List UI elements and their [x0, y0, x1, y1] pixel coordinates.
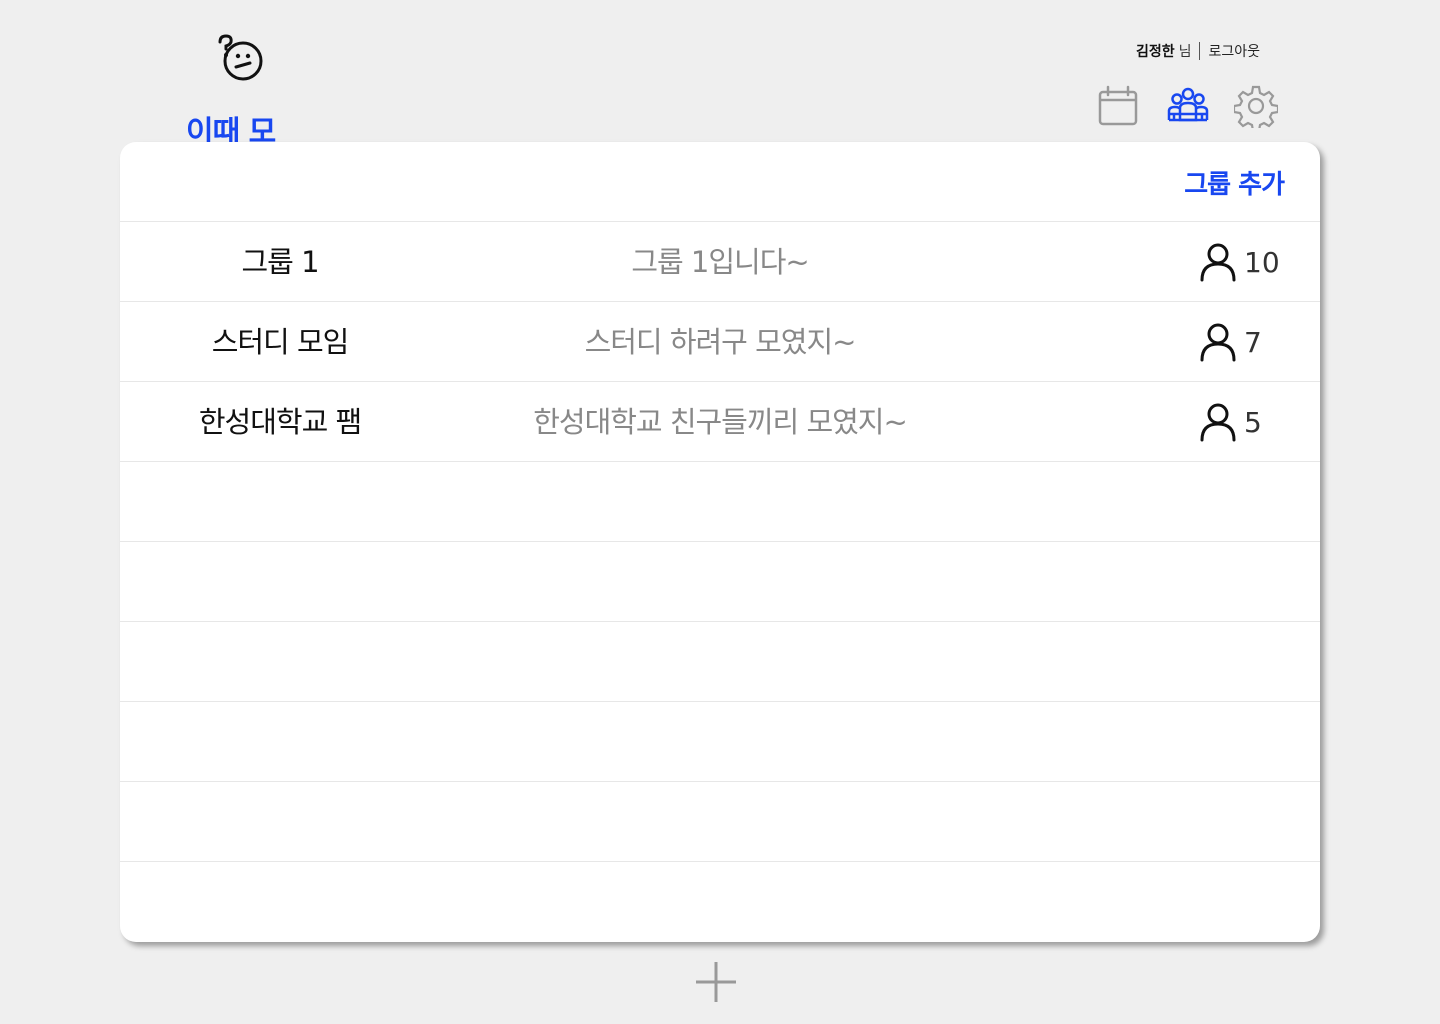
- plus-icon[interactable]: [694, 960, 738, 1004]
- empty-row: [120, 782, 1320, 862]
- user-suffix: 님: [1178, 44, 1192, 60]
- group-name: 그룹 1: [241, 245, 319, 279]
- empty-row: [120, 462, 1320, 542]
- card-header: 그룹 추가: [120, 142, 1320, 222]
- group-list-card: 그룹 추가 그룹 1 그룹 1입니다~ 10 스터디 모임 스터디 하려구 모였…: [120, 142, 1320, 942]
- person-icon: [1200, 403, 1236, 442]
- gear-icon[interactable]: [1234, 84, 1278, 128]
- empty-row: [120, 702, 1320, 782]
- member-count: 5: [1198, 402, 1298, 442]
- group-description: 한성대학교 친구들끼리 모였지~: [533, 405, 908, 439]
- group-name: 한성대학교 팸: [198, 405, 362, 439]
- member-count-value: 7: [1244, 325, 1262, 359]
- user-area: 김정한 님 로그아웃: [1100, 40, 1260, 62]
- logout-link[interactable]: 로그아웃: [1208, 41, 1260, 61]
- group-icon[interactable]: [1166, 84, 1210, 128]
- user-name: 김정한: [1135, 44, 1175, 60]
- group-row[interactable]: 스터디 모임 스터디 하려구 모였지~ 7: [120, 302, 1320, 382]
- empty-row: [120, 862, 1320, 942]
- person-icon: [1200, 243, 1236, 282]
- group-description: 스터디 하려구 모였지~: [584, 325, 857, 359]
- group-row[interactable]: 그룹 1 그룹 1입니다~ 10: [120, 222, 1320, 302]
- member-count-value: 10: [1244, 245, 1280, 279]
- empty-row: [120, 622, 1320, 702]
- member-count: 7: [1198, 322, 1298, 362]
- group-name: 스터디 모임: [211, 325, 350, 359]
- add-group-button[interactable]: 그룹 추가: [1184, 164, 1285, 201]
- group-description: 그룹 1입니다~: [631, 245, 809, 279]
- member-count: 10: [1198, 242, 1298, 282]
- divider: [1199, 42, 1201, 60]
- calendar-icon[interactable]: [1096, 84, 1140, 128]
- person-icon: [1200, 323, 1236, 362]
- empty-row: [120, 542, 1320, 622]
- group-row[interactable]: 한성대학교 팸 한성대학교 친구들끼리 모였지~ 5: [120, 382, 1320, 462]
- app-logo[interactable]: 이때 모해?: [186, 32, 326, 178]
- member-count-value: 5: [1244, 405, 1262, 439]
- confused-face-icon: [218, 34, 263, 81]
